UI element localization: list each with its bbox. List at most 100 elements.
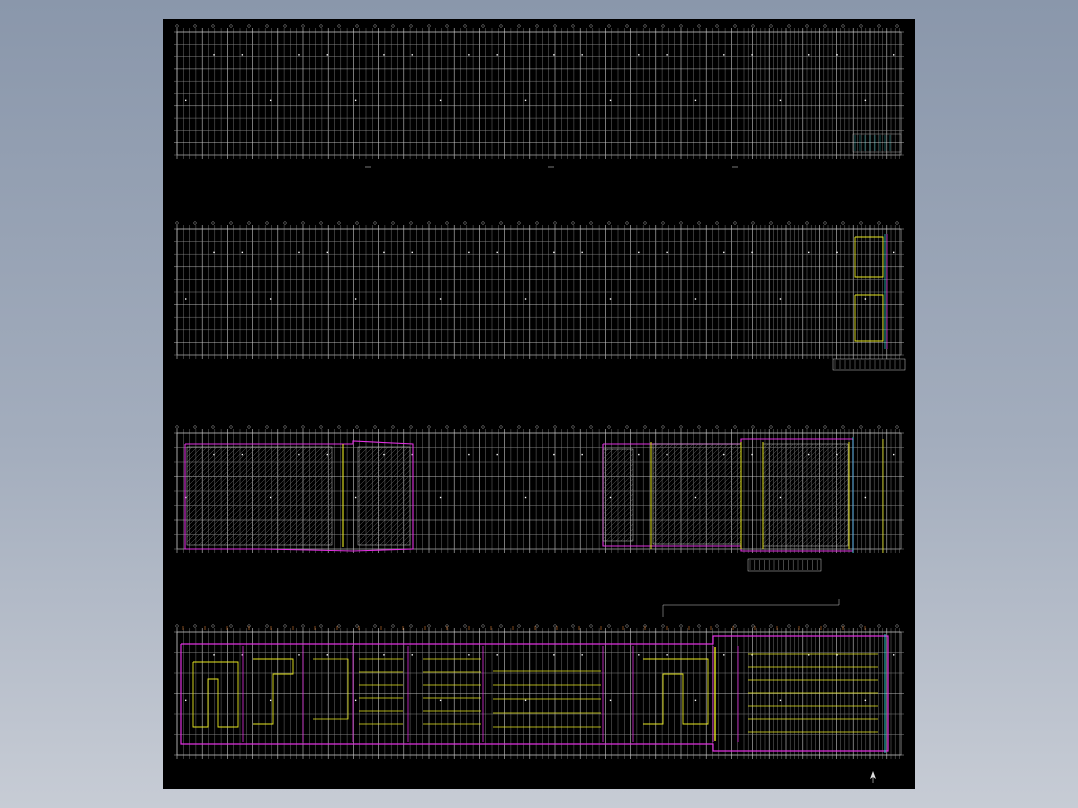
axis-bubble — [877, 425, 881, 429]
axis-bubble — [445, 221, 449, 225]
axis-bubble — [301, 24, 305, 28]
axis-bubble — [175, 221, 179, 225]
equipment-run — [192, 661, 239, 728]
hatch-line — [303, 516, 332, 545]
axis-bubble — [859, 221, 863, 225]
axis-bubble — [211, 425, 215, 429]
axis-bubble — [481, 24, 485, 28]
axis-bubble — [319, 425, 323, 429]
schedule-table — [832, 358, 906, 371]
grid-mark — [553, 54, 555, 56]
hatch-line — [223, 447, 323, 545]
axis-bubble — [535, 624, 539, 628]
axis-bubble — [247, 221, 251, 225]
core-room-lower — [854, 294, 884, 342]
hatch-line — [358, 484, 410, 538]
grid-mark — [808, 251, 810, 254]
hatch-line — [248, 461, 332, 545]
plan-1-structural-grid — [174, 24, 904, 168]
hatch-line — [283, 496, 332, 545]
axis-bubble — [229, 425, 233, 429]
axis-bubble — [553, 624, 557, 628]
axis-bubble — [751, 221, 755, 225]
axis-bubble — [697, 24, 701, 28]
grid-mark — [581, 654, 583, 656]
axis-bubble — [355, 24, 359, 28]
hatch-line — [785, 483, 848, 546]
hatch-line — [399, 534, 410, 545]
axis-bubble — [337, 221, 341, 225]
right-block-hatch-2 — [653, 444, 741, 544]
axis-bubble — [517, 221, 521, 225]
axis-bubble — [607, 425, 611, 429]
axis-bubble — [409, 24, 413, 28]
axis-bubble — [193, 221, 197, 225]
axis-bubble — [193, 24, 197, 28]
axis-bubble — [391, 425, 395, 429]
axis-bubble — [823, 24, 827, 28]
axis-bubble — [535, 221, 539, 225]
equipment-run — [313, 658, 349, 720]
hatch-line — [790, 488, 848, 546]
axis-bubble — [265, 624, 269, 628]
axis-bubble — [589, 624, 593, 628]
grid-mark — [213, 54, 215, 56]
axis-bubble — [859, 624, 863, 628]
grid-mark — [694, 99, 697, 102]
axis-bubble — [841, 24, 845, 28]
right-block-hatch-3-outline — [762, 443, 849, 547]
axis-bubble — [391, 624, 395, 628]
axis-bubble — [445, 24, 449, 28]
hatch-line — [763, 444, 839, 520]
axis-bubble — [427, 221, 431, 225]
grid-mark — [638, 654, 640, 656]
axis-bubble — [391, 221, 395, 225]
axis-bubble — [247, 425, 251, 429]
grid-mark — [609, 699, 612, 702]
plan-4-full-floor-plan — [174, 599, 904, 759]
grid-mark — [864, 496, 867, 499]
axis-bubble — [589, 425, 593, 429]
grid-mark — [666, 54, 668, 56]
grid-mark — [609, 99, 612, 102]
grid-mark — [779, 99, 782, 102]
grid-mark — [326, 54, 328, 56]
grid-mark — [269, 298, 272, 300]
axis-bubble — [373, 24, 377, 28]
axis-bubble — [625, 425, 629, 429]
hatch-line — [603, 449, 629, 475]
hatch-line — [394, 529, 410, 545]
grid-mark — [666, 251, 668, 254]
axis-bubble — [733, 221, 737, 225]
axis-bubble — [463, 24, 467, 28]
axis-bubble — [733, 24, 737, 28]
grid-mark — [524, 496, 527, 499]
grid-mark — [694, 298, 697, 300]
hatch-line — [358, 447, 384, 473]
axis-bubble — [481, 624, 485, 628]
hatch-line — [208, 447, 308, 545]
grid-mark — [524, 699, 527, 702]
grid-mark — [893, 54, 895, 56]
equipment-run — [643, 658, 709, 725]
grid-mark — [185, 298, 187, 300]
schedule-table — [747, 558, 822, 572]
cad-drawing-canvas — [174, 24, 906, 783]
grid-mark — [723, 251, 725, 254]
grid-mark — [496, 654, 498, 656]
axis-bubble — [265, 24, 269, 28]
axis-bubble — [337, 24, 341, 28]
grid-mark — [383, 654, 385, 656]
axis-bubble — [337, 425, 341, 429]
hatch-line — [358, 474, 410, 528]
grid-mark — [241, 54, 244, 56]
grid-mark — [496, 453, 498, 456]
axis-bubble — [463, 624, 467, 628]
axis-bubble — [427, 624, 431, 628]
grid-mark — [439, 496, 442, 499]
hatch-line — [800, 498, 848, 546]
hatch-line — [845, 543, 848, 546]
axis-bubble — [733, 624, 737, 628]
right-block-hatch-3 — [763, 444, 848, 546]
hatch-line — [298, 511, 332, 545]
